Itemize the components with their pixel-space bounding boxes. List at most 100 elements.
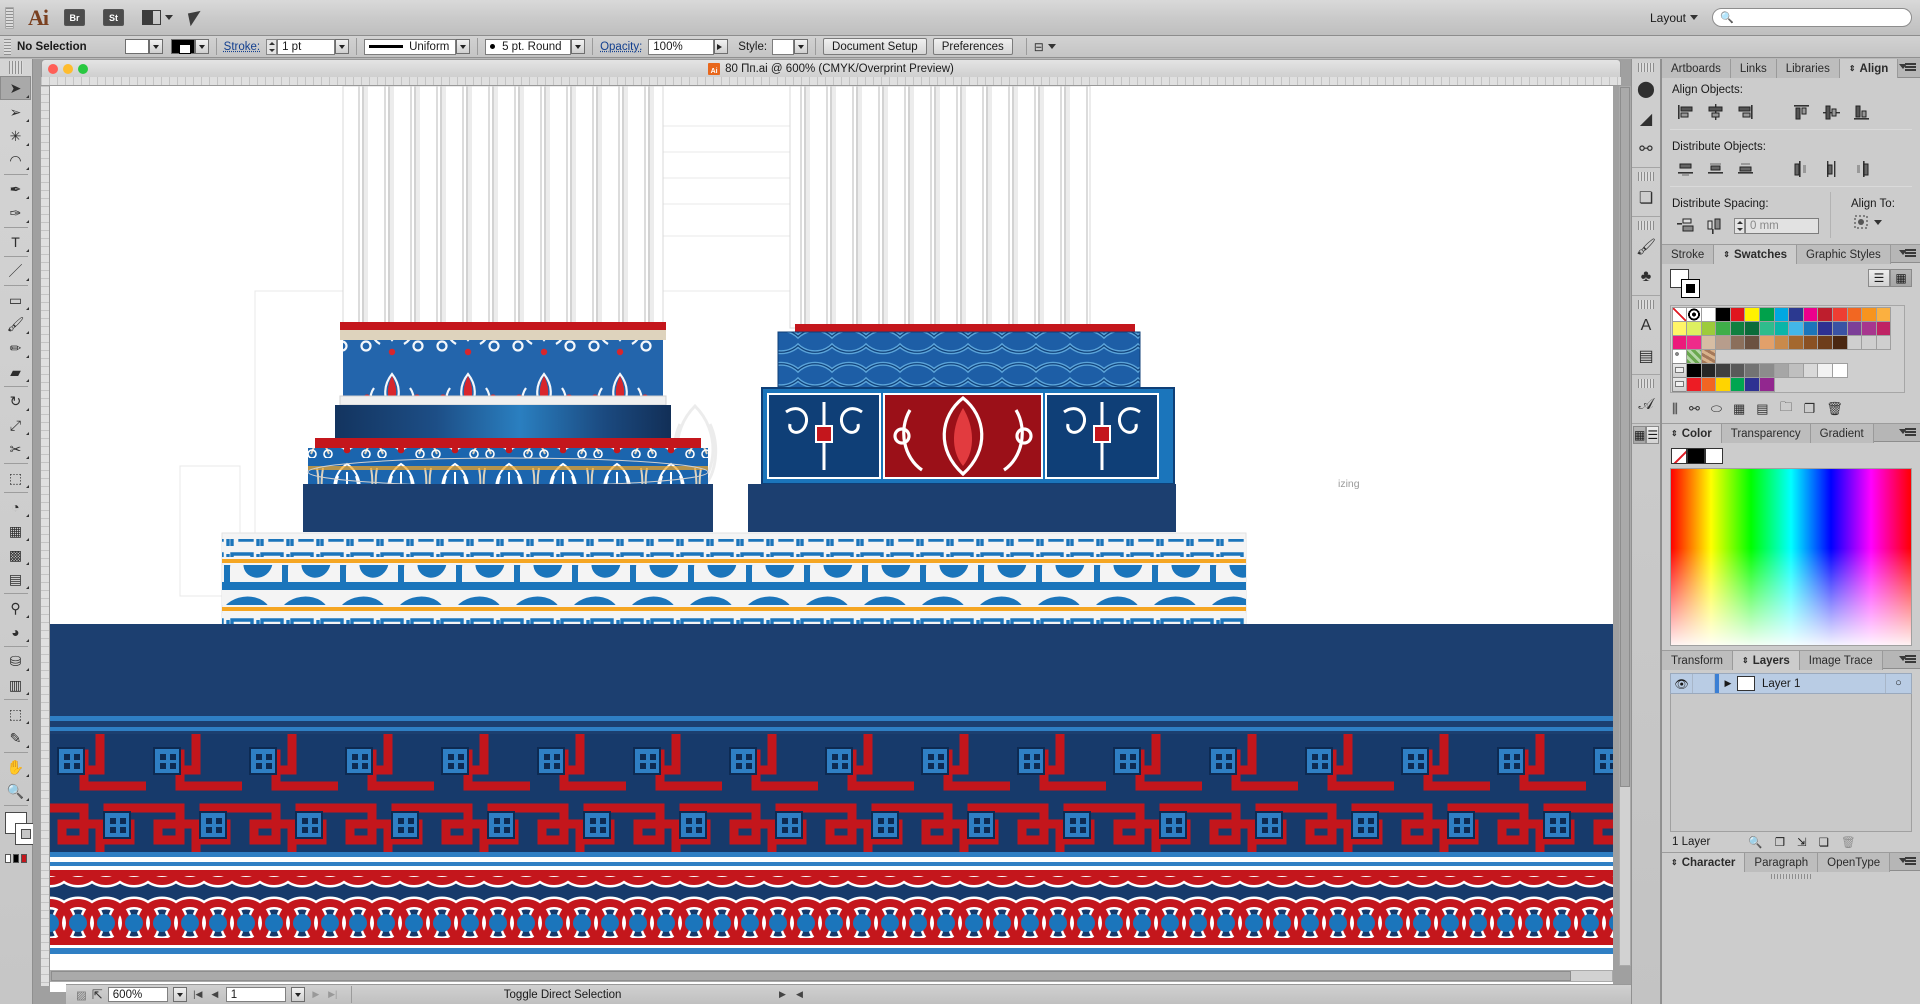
arrange-documents-icon[interactable] xyxy=(142,10,173,25)
swatch-cell[interactable] xyxy=(1759,306,1775,322)
tools-grip[interactable] xyxy=(9,61,23,74)
swatch-cell[interactable] xyxy=(1671,362,1688,378)
swatch-cell[interactable] xyxy=(1875,320,1892,336)
swatch-cell[interactable] xyxy=(1729,306,1746,322)
swatch-fill-stroke-indicator[interactable] xyxy=(1670,269,1704,299)
previous-artboard-button[interactable]: ◀ xyxy=(209,988,221,1002)
swatch-cell[interactable] xyxy=(1773,334,1790,350)
align-bottom-icon[interactable] xyxy=(1846,100,1876,124)
status-menu-icon[interactable]: ▶ xyxy=(776,988,788,1002)
dock-group-grip[interactable] xyxy=(1638,221,1654,230)
share-icon[interactable]: ⇱ xyxy=(92,987,103,1003)
color-group-icon[interactable]: ⬭ xyxy=(1711,401,1722,417)
scale-tool[interactable]: ⤢ xyxy=(0,413,31,437)
free-transform-tool[interactable]: ⬚ xyxy=(0,466,31,490)
appearance-panel-icon[interactable]: A xyxy=(1632,311,1660,341)
layers-empty-area[interactable] xyxy=(1670,694,1912,832)
swatch-cell[interactable] xyxy=(1671,334,1688,350)
symbol-sprayer-tool[interactable]: ⛁ xyxy=(0,649,31,673)
brush-libraries-icon[interactable]: 🖌 xyxy=(1632,232,1660,262)
fill-color-control[interactable] xyxy=(124,39,163,54)
rectangle-tool[interactable]: ▭ xyxy=(0,288,31,312)
swatch-cell[interactable] xyxy=(1861,334,1877,350)
stroke-weight-control[interactable]: 1 pt xyxy=(266,38,350,55)
distribute-bottom-icon[interactable] xyxy=(1730,157,1760,181)
stroke-label[interactable]: Stroke: xyxy=(224,41,260,53)
direct-selection-tool[interactable]: ➢ xyxy=(0,100,31,124)
swatch-cell[interactable] xyxy=(1817,320,1834,336)
maximize-button[interactable] xyxy=(78,64,88,74)
align-panel-menu-icon[interactable] xyxy=(1899,63,1916,71)
swatch-cell[interactable] xyxy=(1861,306,1877,322)
swatch-cell[interactable] xyxy=(1700,334,1717,350)
selection-tool[interactable]: ➤ xyxy=(0,76,31,100)
swatch-cell[interactable] xyxy=(1846,334,1863,350)
align-options-icon[interactable]: ⊟ xyxy=(1034,40,1056,54)
fill-dropdown-icon[interactable] xyxy=(148,39,163,54)
brushes-panel-icon[interactable]: ⬤ xyxy=(1632,74,1660,104)
panel-resize-grip[interactable] xyxy=(1771,873,1811,879)
swatch-cell[interactable] xyxy=(1686,306,1702,322)
stock-button[interactable]: St xyxy=(103,9,124,26)
eraser-tool[interactable]: ▰ xyxy=(0,360,31,384)
width-tool[interactable]: ✂ xyxy=(0,437,31,461)
swatch-cell[interactable] xyxy=(1671,376,1688,392)
stroke-swatch[interactable] xyxy=(170,39,195,54)
artboard-canvas[interactable]: izing xyxy=(50,86,1613,992)
distribute-vertical-center-icon[interactable] xyxy=(1700,157,1730,181)
swatch-cell[interactable] xyxy=(1744,320,1761,336)
column-graph-tool[interactable]: ▥ xyxy=(0,673,31,697)
tab-character[interactable]: ⇕ Character xyxy=(1662,853,1746,872)
swatch-cell[interactable] xyxy=(1832,362,1848,378)
tab-artboards[interactable]: Artboards xyxy=(1662,59,1731,78)
tab-graphic-styles[interactable]: Graphic Styles xyxy=(1797,245,1891,264)
swatch-cell[interactable] xyxy=(1744,306,1761,322)
type-tool[interactable]: T xyxy=(0,230,31,254)
swatch-cell[interactable] xyxy=(1715,362,1731,378)
swatch-cell[interactable] xyxy=(1715,306,1731,322)
panel-collapse-icon[interactable]: ⇕ xyxy=(1849,64,1856,73)
tab-align[interactable]: ⇕ Align xyxy=(1839,59,1899,78)
panel-collapse-icon[interactable]: ⇕ xyxy=(1723,250,1730,259)
close-button[interactable] xyxy=(48,64,58,74)
pencil-tool[interactable]: ✏ xyxy=(0,336,31,360)
align-vertical-center-icon[interactable] xyxy=(1816,100,1846,124)
tab-image-trace[interactable]: Image Trace xyxy=(1799,651,1883,670)
color-spectrum-picker[interactable] xyxy=(1670,468,1912,646)
horizontal-ruler[interactable] xyxy=(41,77,1621,86)
next-artboard-button[interactable]: ▶ xyxy=(310,988,322,1002)
swatch-cell[interactable] xyxy=(1788,334,1804,350)
dock-group-grip[interactable] xyxy=(1638,300,1654,309)
show-spot-colors-icon[interactable]: ⚯ xyxy=(1689,401,1700,417)
swatch-cell[interactable] xyxy=(1759,362,1775,378)
distribute-horizontal-center-icon[interactable] xyxy=(1816,157,1846,181)
dock-group-grip[interactable] xyxy=(1638,63,1654,72)
zoom-tool[interactable]: 🔍 xyxy=(0,779,31,803)
paintbrush-tool[interactable]: 🖌 xyxy=(0,312,31,336)
swatch-cell[interactable] xyxy=(1817,362,1834,378)
swatch-cell[interactable] xyxy=(1729,362,1746,378)
screen-mode-icon[interactable] xyxy=(21,854,27,863)
tab-transparency[interactable]: Transparency xyxy=(1721,424,1811,443)
swatch-cell[interactable] xyxy=(1700,362,1717,378)
distribute-left-icon[interactable] xyxy=(1786,157,1816,181)
make-clipping-mask-icon[interactable]: ❐ xyxy=(1775,835,1785,849)
list-view-icon[interactable]: ☰ xyxy=(1868,269,1890,287)
workspace-switcher[interactable]: Layout xyxy=(1650,11,1698,25)
pathfinder-panel-icon[interactable]: ❏ xyxy=(1632,183,1660,213)
target-circle-icon[interactable]: ○ xyxy=(1885,674,1911,693)
swatch-cell[interactable] xyxy=(1686,348,1702,364)
swatch-cell[interactable] xyxy=(1744,362,1761,378)
character-panel-icon[interactable]: 𝒜 xyxy=(1632,390,1660,420)
swatch-cell[interactable] xyxy=(1700,320,1717,336)
layers-list[interactable]: 👁 ▶ Layer 1 ○ xyxy=(1662,673,1920,694)
swatch-cell[interactable] xyxy=(1875,306,1892,322)
swatch-cell[interactable] xyxy=(1759,376,1775,392)
gradient-tool[interactable]: ▤ xyxy=(0,567,31,591)
magic-wand-tool[interactable]: ✳ xyxy=(0,124,31,148)
distribute-horizontal-spacing-icon[interactable] xyxy=(1700,214,1730,238)
canvas-horizontal-scrollbar[interactable] xyxy=(50,970,1613,982)
artboard-number-input[interactable]: 1 xyxy=(225,987,286,1002)
tab-layers[interactable]: ⇕ Layers xyxy=(1732,651,1800,670)
list-view-icon[interactable]: ☰ xyxy=(1646,426,1660,444)
